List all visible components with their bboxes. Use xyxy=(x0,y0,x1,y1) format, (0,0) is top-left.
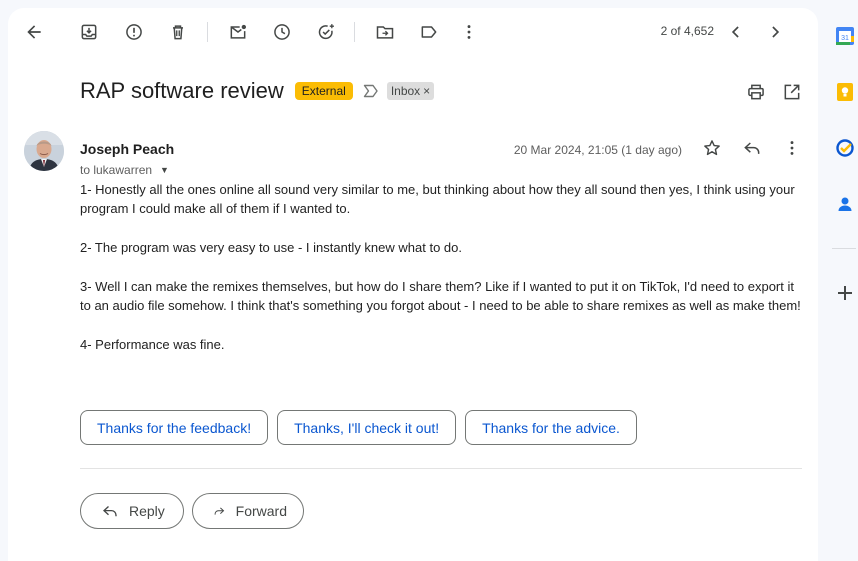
reply-button[interactable]: Reply xyxy=(80,493,184,529)
snooze-icon[interactable] xyxy=(266,16,298,48)
label-icon[interactable] xyxy=(413,16,445,48)
recipient-details-caret-icon[interactable]: ▼ xyxy=(160,165,169,175)
reply-icon[interactable] xyxy=(736,132,768,164)
email-subject: RAP software review xyxy=(80,78,284,103)
smart-reply-button[interactable]: Thanks for the feedback! xyxy=(80,410,269,445)
archive-icon[interactable] xyxy=(73,16,105,48)
add-task-icon[interactable] xyxy=(310,16,342,48)
smart-replies: Thanks for the feedback! Thanks, I'll ch… xyxy=(80,410,637,445)
forward-arrow-icon xyxy=(214,507,225,515)
importance-marker-icon[interactable] xyxy=(363,84,379,98)
side-panel-separator xyxy=(832,248,856,249)
print-icon[interactable] xyxy=(744,80,768,104)
forward-label: Forward xyxy=(235,503,287,519)
body-paragraph: 1- Honestly all the ones online all soun… xyxy=(80,182,795,216)
message-body: 1- Honestly all the ones online all soun… xyxy=(80,180,808,374)
delete-icon[interactable] xyxy=(162,16,194,48)
calendar-icon[interactable]: 31 xyxy=(835,26,855,46)
calendar-day: 31 xyxy=(841,35,849,42)
message-date: 20 Mar 2024, 21:05 (1 day ago) xyxy=(513,143,682,157)
external-badge: External xyxy=(294,82,353,100)
side-panel: 31 xyxy=(818,0,858,561)
sender-name[interactable]: Joseph Peach xyxy=(80,141,174,157)
message-view: 2 of 4,652 RAP software review External … xyxy=(8,8,818,561)
back-arrow-icon[interactable] xyxy=(18,16,50,48)
newer-chevron-icon[interactable] xyxy=(720,16,752,48)
recipient-line[interactable]: to lukawarren ▼ xyxy=(80,163,169,177)
smart-reply-button[interactable]: Thanks, I'll check it out! xyxy=(277,410,457,445)
message-more-vert-icon[interactable] xyxy=(776,132,808,164)
inbox-label-text: Inbox xyxy=(390,84,421,98)
mark-unread-icon[interactable] xyxy=(222,16,254,48)
remove-label-button[interactable]: × xyxy=(423,84,430,98)
star-icon[interactable] xyxy=(696,132,728,164)
sender-avatar[interactable] xyxy=(24,131,64,171)
pager-count: 2 of 4,652 xyxy=(660,24,714,38)
keep-icon[interactable] xyxy=(835,82,855,102)
smart-reply-button[interactable]: Thanks for the advice. xyxy=(465,410,637,445)
inbox-label-chip: Inbox × xyxy=(386,82,435,100)
reply-arrow-icon xyxy=(103,506,117,517)
subject-row: RAP software review External Inbox × xyxy=(80,76,435,106)
more-vert-icon[interactable] xyxy=(453,16,485,48)
contacts-icon[interactable] xyxy=(835,194,855,214)
tasks-icon[interactable] xyxy=(835,138,855,158)
recipient-text: to lukawarren xyxy=(80,163,153,177)
divider xyxy=(80,468,802,469)
add-addon-icon[interactable] xyxy=(835,283,855,303)
toolbar-separator xyxy=(207,22,208,42)
body-paragraph: 2- The program was very easy to use - I … xyxy=(80,240,462,255)
body-paragraph: 3- Well I can make the remixes themselve… xyxy=(80,279,801,313)
older-chevron-icon[interactable] xyxy=(759,16,791,48)
report-spam-icon[interactable] xyxy=(118,16,150,48)
forward-button[interactable]: Forward xyxy=(192,493,304,529)
reply-label: Reply xyxy=(129,503,165,519)
body-paragraph: 4- Performance was fine. xyxy=(80,337,225,352)
move-to-icon[interactable] xyxy=(369,16,401,48)
open-new-window-icon[interactable] xyxy=(780,80,804,104)
toolbar-separator xyxy=(354,22,355,42)
message-toolbar: 2 of 4,652 xyxy=(8,8,818,56)
